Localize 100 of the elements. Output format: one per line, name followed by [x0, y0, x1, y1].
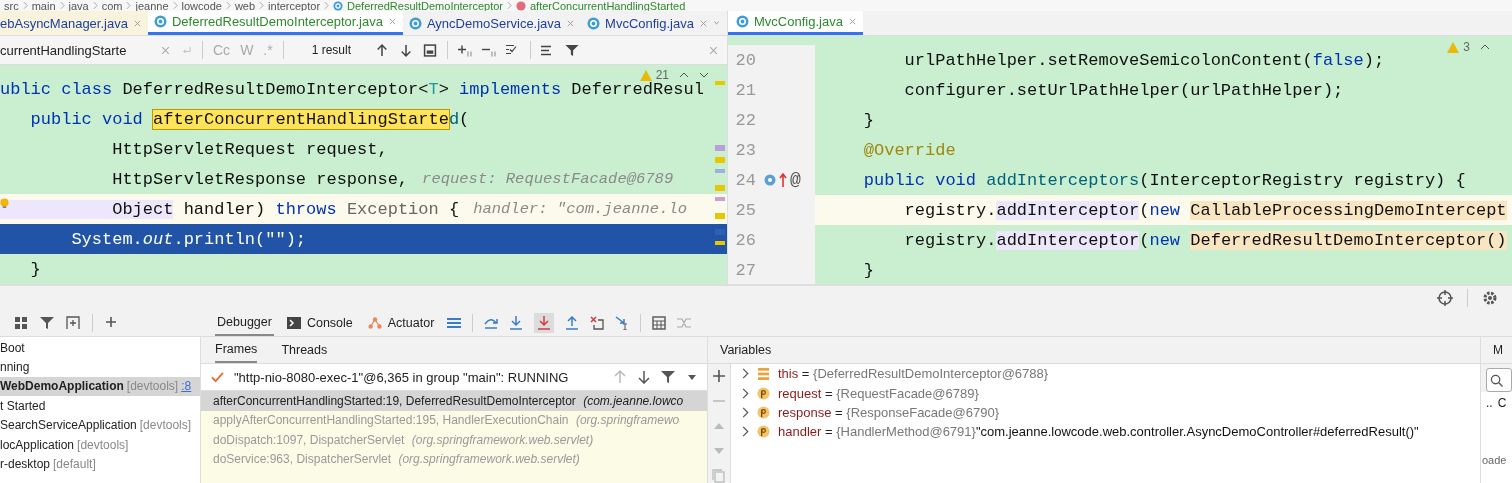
- code-line: HttpServletResponse response,: [111, 169, 409, 189]
- down-chevron-icon[interactable]: [699, 72, 709, 78]
- parameter-icon: [757, 425, 770, 439]
- code-line: urlPathHelper.setRemoveSemicolonContent(false);: [903, 50, 1385, 70]
- chevron-icon: [324, 1, 330, 10]
- code-line: }: [862, 260, 874, 280]
- up-chevron-icon[interactable]: [1480, 44, 1490, 50]
- implemented-icon[interactable]: [764, 174, 776, 186]
- editor-tab[interactable]: DeferredResultDemoInterceptor.java: [147, 11, 403, 35]
- breadcrumb-item[interactable]: interceptor: [268, 0, 321, 11]
- variable-entry[interactable]: response = {ResponseFacade@6790}: [778, 404, 999, 420]
- filter-icon[interactable]: [565, 43, 580, 57]
- close-icon[interactable]: [566, 18, 576, 28]
- parameter-icon: [757, 405, 770, 419]
- stack-frame[interactable]: afterConcurrentHandlingStarted:19, DeferredResultDemoInterceptor (com.jeanne.lowco: [201, 391, 707, 411]
- chevron-icon: [506, 1, 512, 10]
- calculator-icon[interactable]: [652, 316, 667, 330]
- crosshair-icon[interactable]: [1437, 290, 1453, 306]
- breadcrumb-item[interactable]: main: [31, 0, 56, 11]
- up-arrow-icon[interactable]: [565, 316, 580, 330]
- panel-tab[interactable]: M: [1493, 343, 1503, 357]
- window-icon[interactable]: [423, 43, 438, 57]
- code-line: HttpServletRequest request,: [111, 139, 388, 159]
- parameter-icon: [757, 386, 770, 400]
- breadcrumb-item[interactable]: DeferredResultDemoInterceptor: [347, 0, 503, 11]
- service-item[interactable]: locApplication [devtools]: [0, 434, 200, 455]
- up-chevron-icon[interactable]: [679, 72, 689, 78]
- stack-icon: [757, 367, 770, 381]
- filter-icon[interactable]: [40, 316, 54, 330]
- settings-icon[interactable]: [1482, 290, 1498, 306]
- inline-value-hint: request: RequestFacade@6789: [422, 170, 674, 188]
- editor-tab[interactable]: ebAsyncManager.java: [0, 11, 148, 35]
- value-text: oade: [1482, 454, 1507, 466]
- add-frame-icon[interactable]: [66, 316, 80, 330]
- close-icon[interactable]: [132, 18, 142, 28]
- chevron-icon: [172, 1, 178, 10]
- up-arrow-icon[interactable]: [779, 173, 787, 187]
- add-occurrence-icon[interactable]: [458, 43, 473, 57]
- breadcrumb-item[interactable]: web: [234, 0, 256, 11]
- lightbulb-icon[interactable]: [0, 198, 9, 209]
- nodes-icon: [367, 316, 382, 330]
- tool-tab[interactable]: Actuator: [365, 310, 437, 336]
- terminal-icon: [286, 316, 301, 330]
- variable-entry[interactable]: this = {DeferredResultDemoInterceptor@6788}: [778, 366, 1049, 382]
- down-arrow-icon[interactable]: [637, 370, 651, 384]
- editor-tab[interactable]: MvcConfig.java: [728, 11, 863, 35]
- warning-count[interactable]: 21: [655, 68, 669, 82]
- breadcrumb-item[interactable]: java: [68, 0, 89, 11]
- breadcrumb-item[interactable]: lowcode: [181, 0, 222, 11]
- class-icon: [587, 16, 601, 30]
- code-line: registry.addInterceptor(new DeferredResultDemoInterceptor(): [903, 230, 1507, 250]
- code-line: }: [29, 259, 41, 279]
- tool-tab[interactable]: Console: [284, 310, 355, 336]
- check-icon: [211, 371, 224, 383]
- service-item[interactable]: nning: [0, 357, 200, 377]
- filter-icon[interactable]: [661, 370, 675, 384]
- panel-tab[interactable]: Threads: [281, 337, 328, 363]
- close-icon[interactable]: [387, 17, 397, 26]
- down-arrow-icon[interactable]: [509, 316, 524, 330]
- step-over-icon[interactable]: [484, 316, 499, 330]
- search-icon: [1490, 373, 1503, 387]
- service-item[interactable]: r-desktop [default]: [0, 454, 200, 474]
- breadcrumb-item[interactable]: src: [4, 0, 19, 11]
- breadcrumb-item[interactable]: com: [101, 0, 123, 11]
- grid-icon[interactable]: [14, 316, 28, 330]
- chevron-icon: [225, 1, 231, 10]
- service-item[interactable]: SearchServiceApplication [devtools]: [0, 415, 200, 435]
- add-icon[interactable]: [712, 369, 726, 383]
- lines-icon[interactable]: [447, 316, 462, 330]
- cursor-arrow-icon[interactable]: [615, 316, 630, 330]
- warning-count[interactable]: 3: [1463, 40, 1470, 54]
- service-item[interactable]: t Started: [0, 396, 200, 416]
- chevron-icon: [59, 1, 65, 10]
- column-label: ..: [1486, 396, 1493, 410]
- code-line: public void addInterceptors(InterceptorRegistry registry) {: [862, 170, 1466, 190]
- code-line: registry.addInterceptor(new CallableProcessingDemoIntercept: [903, 200, 1507, 220]
- line-number: 24: [734, 170, 756, 190]
- search-field[interactable]: [1486, 368, 1512, 392]
- line-number: 26: [734, 230, 756, 250]
- tool-tab[interactable]: Debugger: [215, 310, 274, 336]
- close-icon[interactable]: [847, 17, 857, 26]
- editor-tab[interactable]: AyncDemoService.java: [402, 11, 582, 35]
- variable-entry[interactable]: handler = {HandlerMethod@6791}"com.jeanne.lowcode.web.controller.AsyncDemoController#deferredResult()": [778, 424, 1419, 440]
- line-number: 22: [734, 110, 756, 130]
- breadcrumb-item[interactable]: afterConcurrentHandlingStarted: [529, 0, 686, 11]
- class-icon: [153, 15, 167, 28]
- gutter-mark[interactable]: @: [790, 170, 801, 190]
- editor-tab[interactable]: MvcConfig.java: [581, 11, 714, 35]
- close-icon[interactable]: [698, 18, 708, 28]
- line-number: 20: [734, 50, 756, 70]
- drop-frame-icon[interactable]: [590, 316, 605, 330]
- search-field[interactable]: currentHandlingStarte: [0, 42, 150, 58]
- service-item[interactable]: Boot: [0, 338, 200, 358]
- breadcrumb-item[interactable]: jeanne: [135, 0, 169, 11]
- variable-entry[interactable]: request = {RequestFacade@6789}: [778, 385, 979, 401]
- add-icon[interactable]: [105, 316, 119, 330]
- line-number: 27: [734, 260, 756, 280]
- line-number: 21: [734, 80, 756, 100]
- down-arrow-icon[interactable]: [534, 313, 555, 333]
- service-item[interactable]: WebDemoApplication [devtools] :8: [0, 376, 200, 397]
